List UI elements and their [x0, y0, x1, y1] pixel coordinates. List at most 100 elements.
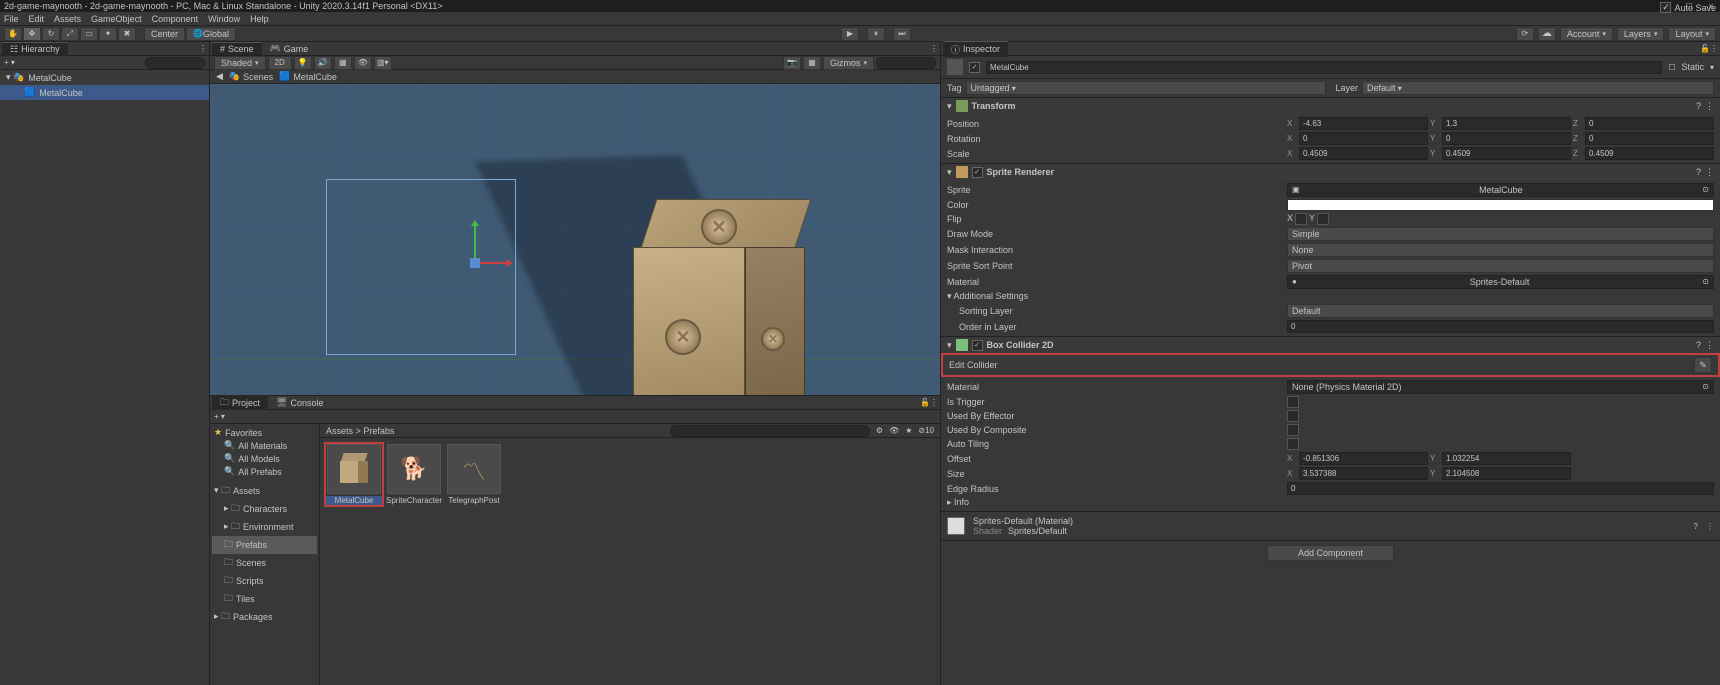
tree-tiles[interactable]: 🗀 Tiles [212, 590, 317, 608]
tree-scenes[interactable]: 🗀 Scenes [212, 554, 317, 572]
edge-radius-input[interactable]: 0 [1287, 482, 1714, 495]
collider-enabled-checkbox[interactable] [972, 340, 983, 351]
component-menu-icon[interactable]: ⋮ [1705, 101, 1714, 112]
active-checkbox[interactable] [969, 62, 980, 73]
sprite-field[interactable]: ▣ MetalCube [1287, 183, 1714, 197]
color-field[interactable] [1287, 199, 1714, 211]
scene-tab[interactable]: # Scene [212, 42, 262, 55]
tools-icon[interactable]: ▦ [803, 56, 821, 70]
asset-spritecharacter[interactable]: 🐕 SpriteCharacter [386, 444, 442, 505]
position-z-input[interactable]: 0 [1585, 117, 1714, 130]
scale-x-input[interactable]: 0.4509 [1299, 147, 1428, 160]
tree-all-materials[interactable]: 🔍 All Materials [212, 439, 317, 452]
path-assets[interactable]: Assets [326, 426, 353, 436]
account-dropdown[interactable]: Account [1560, 27, 1613, 41]
slider-icon[interactable]: ⊘10 [918, 426, 934, 435]
camera-icon[interactable]: 📷 [783, 56, 801, 70]
offset-x-input[interactable]: -0.851306 [1299, 452, 1428, 465]
transform-header[interactable]: ▾ Transform ?⋮ [941, 98, 1720, 114]
breadcrumb-scenes[interactable]: 🎭 Scenes [229, 71, 273, 82]
menu-component[interactable]: Component [152, 14, 199, 24]
rect-tool-button[interactable]: ▭ [80, 27, 98, 41]
rotate-tool-button[interactable]: ↻ [42, 27, 60, 41]
project-add-button[interactable]: + ▾ [214, 412, 225, 421]
2d-toggle[interactable]: 2D [268, 56, 292, 70]
sort-point-dropdown[interactable]: Pivot [1287, 259, 1714, 273]
game-tab[interactable]: 🎮 Game [262, 42, 317, 55]
scene-viewport[interactable]: ✕ ✕ ✕ [210, 84, 940, 395]
rotation-z-input[interactable]: 0 [1585, 132, 1714, 145]
tree-favorites[interactable]: ★Favorites [212, 426, 317, 439]
path-prefabs[interactable]: Prefabs [363, 426, 394, 436]
tree-characters[interactable]: ▸ 🗀 Characters [212, 500, 317, 518]
autosave-toggle[interactable]: Auto Save [1660, 2, 1716, 13]
object-name-input[interactable]: MetalCube [986, 61, 1662, 74]
move-tool-button[interactable]: ✥ [23, 27, 41, 41]
transform-tool-button[interactable]: ✦ [99, 27, 117, 41]
menu-window[interactable]: Window [208, 14, 240, 24]
component-menu-icon[interactable]: ⋮ [1705, 167, 1714, 178]
edit-collider-button[interactable]: ✎ [1694, 357, 1712, 373]
tree-all-prefabs[interactable]: 🔍 All Prefabs [212, 465, 317, 478]
panel-menu-icon[interactable]: ⋮ [199, 44, 207, 53]
mask-dropdown[interactable]: None [1287, 243, 1714, 257]
grid-toggle-icon[interactable]: ▥▾ [374, 56, 392, 70]
console-tab[interactable]: 🖥 Console [268, 396, 331, 409]
panel-menu-icon[interactable]: ⋮ [930, 44, 938, 53]
scale-z-input[interactable]: 0.4509 [1585, 147, 1714, 160]
help-icon[interactable]: ? [1696, 167, 1701, 178]
scale-y-input[interactable]: 0.4509 [1442, 147, 1571, 160]
size-y-input[interactable]: 2.104508 [1442, 467, 1571, 480]
order-input[interactable]: 0 [1287, 320, 1714, 333]
tiling-checkbox[interactable] [1287, 438, 1299, 450]
collab-icon[interactable]: ⟳ [1516, 27, 1534, 41]
hierarchy-search-input[interactable] [145, 57, 205, 69]
layer-dropdown[interactable]: Default ▾ [1362, 81, 1714, 95]
lock-icon[interactable]: 🔓 [920, 398, 930, 407]
add-component-button[interactable]: Add Component [1267, 545, 1394, 561]
hidden-icon[interactable]: 👁 [889, 426, 899, 435]
pause-button[interactable]: ⏸ [867, 27, 885, 41]
tree-environment[interactable]: ▸ 🗀 Environment [212, 518, 317, 536]
draw-mode-dropdown[interactable]: Simple [1287, 227, 1714, 241]
tree-all-models[interactable]: 🔍 All Models [212, 452, 317, 465]
effector-checkbox[interactable] [1287, 410, 1299, 422]
hierarchy-tab[interactable]: ☷ Hierarchy [2, 42, 68, 56]
material-title[interactable]: Sprites-Default (Material) [973, 516, 1686, 526]
flip-y-checkbox[interactable] [1317, 213, 1329, 225]
composite-checkbox[interactable] [1287, 424, 1299, 436]
sorting-layer-dropdown[interactable]: Default [1287, 304, 1714, 318]
layers-dropdown[interactable]: Layers [1617, 27, 1665, 41]
gizmos-dropdown[interactable]: Gizmos [823, 56, 874, 70]
offset-y-input[interactable]: 1.032254 [1442, 452, 1571, 465]
menu-gameobject[interactable]: GameObject [91, 14, 142, 24]
material-field[interactable]: ● Sprites-Default [1287, 275, 1714, 289]
static-checkbox[interactable]: ☐ [1668, 63, 1675, 72]
component-menu-icon[interactable]: ⋮ [1706, 522, 1714, 531]
hidden-toggle-icon[interactable]: 👁 [354, 56, 372, 70]
menu-help[interactable]: Help [250, 14, 269, 24]
hand-tool-button[interactable]: ✋ [4, 27, 22, 41]
position-y-input[interactable]: 1.3 [1442, 117, 1571, 130]
rotation-y-input[interactable]: 0 [1442, 132, 1571, 145]
breadcrumb-asset[interactable]: 🟦 MetalCube [279, 71, 337, 82]
hierarchy-add-button[interactable]: + ▾ [4, 58, 15, 67]
breadcrumb-back-icon[interactable]: ◀ [216, 71, 223, 82]
menu-assets[interactable]: Assets [54, 14, 81, 24]
cloud-icon[interactable]: ☁ [1538, 27, 1556, 41]
pivot-toggle[interactable]: Center [144, 27, 185, 41]
help-icon[interactable]: ? [1694, 522, 1698, 531]
box-collider-header[interactable]: ▾ Box Collider 2D ?⋮ [941, 337, 1720, 353]
audio-toggle-icon[interactable]: 🔊 [314, 56, 332, 70]
filter-icon[interactable]: ⚙ [876, 426, 883, 435]
tree-assets[interactable]: ▾ 🗀 Assets [212, 482, 317, 500]
lock-icon[interactable]: 🔓 [1700, 44, 1710, 53]
asset-telegraphpost[interactable]: 〽 TelegraphPost [446, 444, 502, 505]
shader-dropdown[interactable]: Sprites/Default [1008, 526, 1686, 536]
project-search-input[interactable] [670, 425, 870, 437]
lighting-toggle-icon[interactable]: 💡 [294, 56, 312, 70]
scene-search-input[interactable] [876, 57, 936, 69]
tree-scripts[interactable]: 🗀 Scripts [212, 572, 317, 590]
component-menu-icon[interactable]: ⋮ [1705, 340, 1714, 351]
custom-tool-button[interactable]: ✖ [118, 27, 136, 41]
